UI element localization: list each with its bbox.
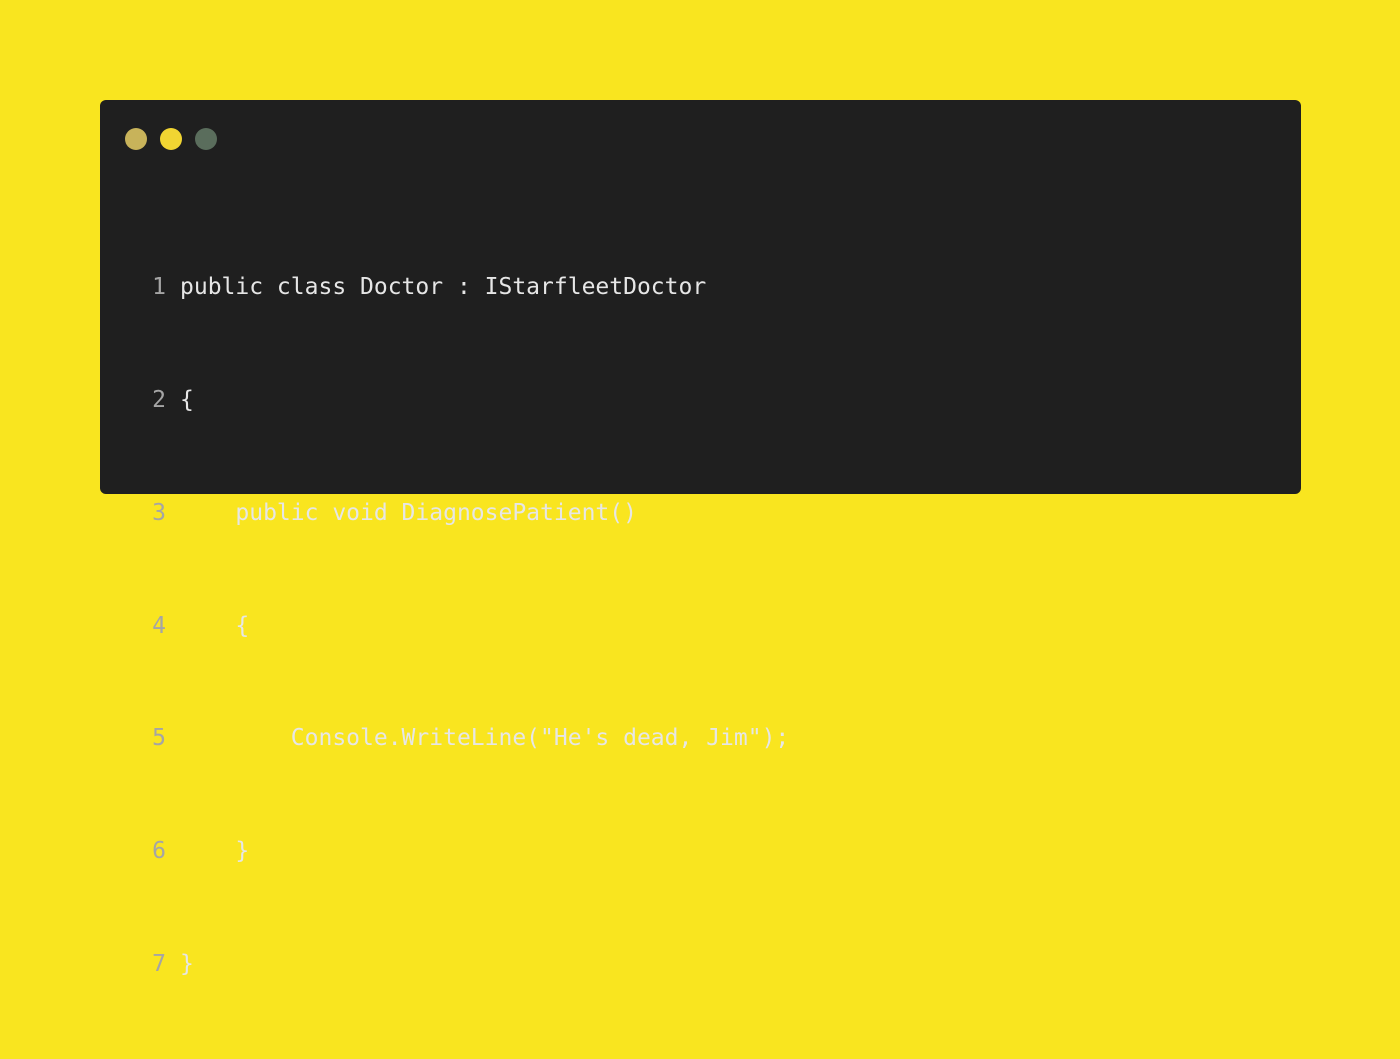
code-window: 1 public class Doctor : IStarfleetDoctor…: [100, 100, 1301, 977]
code-line: 7 }: [144, 946, 789, 984]
code-text: {: [180, 386, 194, 413]
line-number: 6: [152, 838, 166, 865]
code-line: 4 {: [144, 608, 789, 646]
line-number: 7: [152, 950, 166, 977]
code-text: Console.WriteLine("He's dead, Jim");: [180, 725, 790, 752]
code-line: 1 public class Doctor : IStarfleetDoctor: [144, 269, 789, 307]
code-line: 6 }: [144, 833, 789, 871]
code-line: 5 Console.WriteLine("He's dead, Jim");: [144, 720, 789, 758]
close-dot-icon[interactable]: [125, 128, 147, 150]
code-text: }: [180, 838, 250, 865]
code-line: 3 public void DiagnosePatient(): [144, 495, 789, 533]
line-number: 1: [152, 274, 166, 301]
line-number: 5: [152, 725, 166, 752]
line-number: 3: [152, 499, 166, 526]
code-block: 1 public class Doctor : IStarfleetDoctor…: [144, 194, 789, 1059]
minimize-dot-icon[interactable]: [160, 128, 182, 150]
code-text: public class Doctor : IStarfleetDoctor: [180, 274, 707, 301]
line-number: 4: [152, 612, 166, 639]
code-line: 2 {: [144, 382, 789, 420]
code-text: }: [180, 950, 194, 977]
code-text: public void DiagnosePatient(): [180, 499, 637, 526]
line-number: 2: [152, 386, 166, 413]
window-controls: [125, 128, 217, 150]
code-text: {: [180, 612, 250, 639]
maximize-dot-icon[interactable]: [195, 128, 217, 150]
